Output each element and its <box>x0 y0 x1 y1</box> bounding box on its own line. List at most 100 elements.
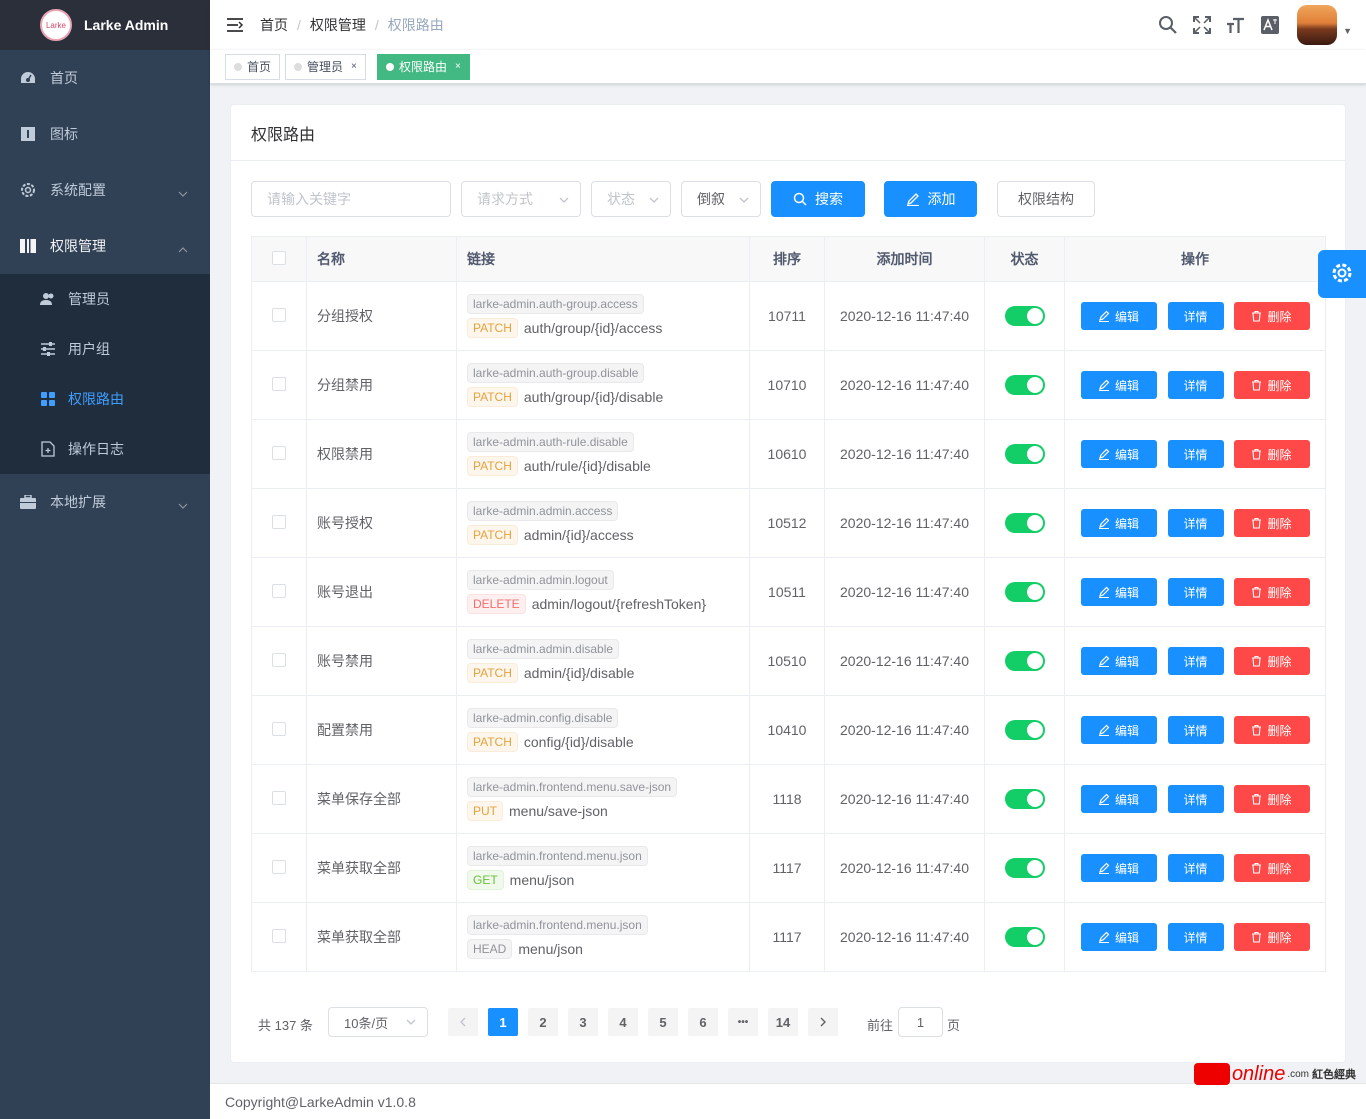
sidebar-item-admins[interactable]: 管理员 <box>0 274 210 324</box>
page-ellipsis-button[interactable]: ••• <box>728 1008 758 1036</box>
order-select[interactable]: 倒叙 <box>681 181 761 217</box>
font-size-icon[interactable] <box>1219 0 1253 50</box>
edit-button[interactable]: 编辑 <box>1080 509 1157 537</box>
add-button[interactable]: 添加 <box>884 181 977 217</box>
sidebar-item-icons[interactable]: 图标 <box>0 106 210 162</box>
page-size-select[interactable]: 10条/页 <box>328 1007 428 1037</box>
detail-button[interactable]: 详情 <box>1167 440 1224 468</box>
sidebar-item-permission-routes[interactable]: 权限路由 <box>0 374 210 424</box>
sidebar-item-permissions[interactable]: 权限管理 <box>0 218 210 274</box>
row-checkbox[interactable] <box>272 652 286 667</box>
delete-button[interactable]: 删除 <box>1233 854 1310 882</box>
row-checkbox[interactable] <box>272 721 286 736</box>
status-switch[interactable] <box>1004 720 1045 740</box>
detail-button[interactable]: 详情 <box>1167 371 1224 399</box>
search-icon[interactable] <box>1151 0 1185 50</box>
row-checkbox[interactable] <box>272 307 286 322</box>
delete-button[interactable]: 删除 <box>1233 440 1310 468</box>
sidebar-logo[interactable]: Larke Larke Admin <box>0 0 210 50</box>
edit-button[interactable]: 编辑 <box>1080 371 1157 399</box>
select-all-checkbox[interactable] <box>272 250 286 265</box>
row-checkbox[interactable] <box>272 928 286 943</box>
column-header-name[interactable]: 名称 <box>306 236 457 282</box>
sidebar-item-local-extensions[interactable]: 本地扩展 <box>0 474 210 530</box>
delete-button[interactable]: 删除 <box>1233 647 1310 675</box>
sidebar-item-user-groups[interactable]: 用户组 <box>0 324 210 374</box>
edit-button[interactable]: 编辑 <box>1080 578 1157 606</box>
detail-button[interactable]: 详情 <box>1167 647 1224 675</box>
sidebar-item-operation-logs[interactable]: 操作日志 <box>0 424 210 474</box>
status-switch[interactable] <box>1004 858 1045 878</box>
detail-button[interactable]: 详情 <box>1167 785 1224 813</box>
delete-button[interactable]: 删除 <box>1233 785 1310 813</box>
detail-button[interactable]: 详情 <box>1167 716 1224 744</box>
method-select[interactable]: 请求方式 <box>461 181 581 217</box>
page-button-2[interactable]: 2 <box>528 1008 558 1036</box>
row-name: 菜单获取全部 <box>306 833 457 903</box>
breadcrumb-permissions[interactable]: 权限管理 <box>310 15 366 35</box>
edit-button[interactable]: 编辑 <box>1080 854 1157 882</box>
permission-tree-button[interactable]: 权限结构 <box>997 181 1095 217</box>
page-button-5[interactable]: 5 <box>648 1008 678 1036</box>
page-button-14[interactable]: 14 <box>768 1008 798 1036</box>
status-switch[interactable] <box>1004 444 1045 464</box>
tag-permission-routes[interactable]: 权限路由 × <box>377 54 470 80</box>
settings-panel-button[interactable] <box>1318 250 1366 298</box>
tag-close-icon[interactable]: × <box>351 55 357 79</box>
status-switch[interactable] <box>1004 513 1045 533</box>
detail-button[interactable]: 详情 <box>1167 578 1224 606</box>
delete-button[interactable]: 删除 <box>1233 509 1310 537</box>
page-button-4[interactable]: 4 <box>608 1008 638 1036</box>
column-header-time[interactable]: 添加时间 <box>824 236 985 282</box>
translate-icon[interactable] <box>1253 0 1287 50</box>
row-checkbox[interactable] <box>272 514 286 529</box>
edit-button[interactable]: 编辑 <box>1080 440 1157 468</box>
row-checkbox[interactable] <box>272 376 286 391</box>
status-switch[interactable] <box>1004 582 1045 602</box>
edit-button[interactable]: 编辑 <box>1080 647 1157 675</box>
http-method-tag: PATCH <box>467 387 518 407</box>
status-switch[interactable] <box>1004 375 1045 395</box>
edit-button[interactable]: 编辑 <box>1080 923 1157 951</box>
delete-button[interactable]: 删除 <box>1233 578 1310 606</box>
sidebar-item-home[interactable]: 首页 <box>0 50 210 106</box>
row-checkbox[interactable] <box>272 790 286 805</box>
edit-button[interactable]: 编辑 <box>1080 302 1157 330</box>
delete-button[interactable]: 删除 <box>1233 716 1310 744</box>
goto-page-input[interactable]: 1 <box>898 1007 943 1037</box>
detail-button[interactable]: 详情 <box>1167 509 1224 537</box>
delete-button[interactable]: 删除 <box>1233 302 1310 330</box>
tag-admins[interactable]: 管理员 × <box>285 54 366 80</box>
status-switch[interactable] <box>1004 789 1045 809</box>
delete-button[interactable]: 删除 <box>1233 923 1310 951</box>
edit-button[interactable]: 编辑 <box>1080 716 1157 744</box>
hamburger-icon[interactable] <box>210 0 260 50</box>
page-button-6[interactable]: 6 <box>688 1008 718 1036</box>
prev-page-button[interactable] <box>448 1008 478 1036</box>
status-select[interactable]: 状态 <box>591 181 671 217</box>
page-button-1[interactable]: 1 <box>488 1008 518 1036</box>
fullscreen-icon[interactable] <box>1185 0 1219 50</box>
avatar[interactable] <box>1297 5 1338 45</box>
status-switch[interactable] <box>1004 651 1045 671</box>
row-checkbox[interactable] <box>272 445 286 460</box>
status-switch[interactable] <box>1004 306 1045 326</box>
column-header-sort[interactable]: 排序 <box>749 236 825 282</box>
detail-button[interactable]: 详情 <box>1167 923 1224 951</box>
row-checkbox[interactable] <box>272 583 286 598</box>
detail-button[interactable]: 详情 <box>1167 302 1224 330</box>
row-checkbox[interactable] <box>272 859 286 874</box>
next-page-button[interactable] <box>808 1008 838 1036</box>
delete-button[interactable]: 删除 <box>1233 371 1310 399</box>
edit-button[interactable]: 编辑 <box>1080 785 1157 813</box>
tag-close-icon[interactable]: × <box>455 55 461 79</box>
status-switch[interactable] <box>1004 927 1045 947</box>
tag-home[interactable]: 首页 <box>225 54 281 80</box>
sidebar-item-system-config[interactable]: 系统配置 <box>0 162 210 218</box>
keyword-input[interactable]: 请输入关键字 <box>251 181 451 217</box>
breadcrumb-home[interactable]: 首页 <box>260 15 288 35</box>
detail-button[interactable]: 详情 <box>1167 854 1224 882</box>
page-button-3[interactable]: 3 <box>568 1008 598 1036</box>
caret-down-icon[interactable]: ▼ <box>1343 26 1352 36</box>
search-button[interactable]: 搜索 <box>771 181 865 217</box>
